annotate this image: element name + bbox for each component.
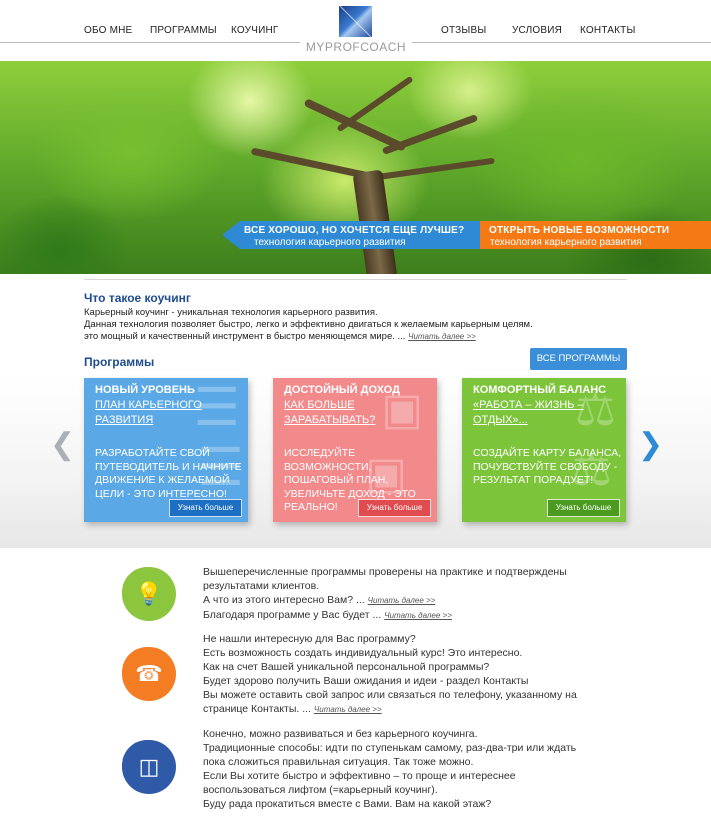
nav-coaching[interactable]: КОУЧИНГ (231, 25, 279, 36)
feature-line: странице Контакты. ... (203, 703, 311, 715)
feature-line: Вы можете оставить свой запрос или связа… (203, 689, 577, 701)
section-divider (84, 279, 627, 280)
feature-text: Вышеперечисленные программы проверены на… (203, 565, 633, 623)
feature-text: Конечно, можно развиваться и без карьерн… (203, 727, 633, 811)
card-body: РАЗРАБОТАЙТЕ СВОЙ ПУТЕВОДИТЕЛЬ И НАЧНИТЕ… (95, 447, 242, 500)
nav-terms[interactable]: УСЛОВИЯ (512, 25, 562, 36)
learn-more-button[interactable]: Узнать больше (547, 499, 620, 517)
feature-line: Буду рада прокатиться вместе с Вами. Вам… (203, 798, 492, 810)
feature-badge: ☎ (120, 645, 176, 701)
card-subtitle: ПЛАН КАРЬЕРНОГО РАЗВИТИЯ (95, 399, 202, 426)
read-more-link[interactable]: Читать далее >> (314, 705, 382, 714)
card-subtitle: «РАБОТА – ЖИЗНЬ – ОТДЫХ»... (473, 399, 584, 426)
phone-icon: ☎ (122, 647, 176, 701)
banner-title: ОТКРЫТЬ НОВЫЕ ВОЗМОЖНОСТИ (489, 225, 670, 236)
feature-badge: 💡 (120, 565, 176, 621)
coaching-line: Карьерный коучинг - уникальная технологи… (84, 307, 378, 318)
learn-more-button[interactable]: Узнать больше (358, 499, 431, 517)
feature-line: воспользоваться лифтом (=карьерный коучи… (203, 784, 438, 796)
nav-reviews[interactable]: ОТЗЫВЫ (441, 25, 486, 36)
program-card[interactable]: ☰ ☰ НОВЫЙ УРОВЕНЬ ПЛАН КАРЬЕРНОГО РАЗВИТ… (84, 378, 248, 522)
card-subtitle: КАК БОЛЬШЕ ЗАРАБАТЫВАТЬ? (284, 399, 376, 426)
feature-line: пока сложиться правильная ситуация. Так … (203, 756, 474, 768)
feature-line: Есть возможность создать индивидуальный … (203, 647, 523, 659)
read-more-link[interactable]: Читать далее >> (408, 332, 476, 341)
feature-line: Вышеперечисленные программы проверены на… (203, 566, 567, 578)
nav-about[interactable]: ОБО МНЕ (84, 25, 132, 36)
banner-title: ВСЕ ХОРОШО, НО ХОЧЕТСЯ ЕЩЕ ЛУЧШЕ? (244, 225, 465, 236)
feature-text: Не нашли интересную для Вас программу? Е… (203, 632, 633, 717)
feature-line: Традиционные способы: идти по ступенькам… (203, 742, 577, 754)
program-card[interactable]: ⚖ ⚖ КОМФОРТНЫЙ БАЛАНС «РАБОТА – ЖИЗНЬ – … (462, 378, 626, 522)
coaching-line: это мощный и качественный инструмент в б… (84, 331, 406, 342)
read-more-link[interactable]: Читать далее >> (384, 611, 452, 620)
banner-subtitle: технология карьерного развития (490, 237, 642, 248)
top-navigation: ОБО МНЕ ПРОГРАММЫ КОУЧИНГ ОТЗЫВЫ УСЛОВИЯ… (0, 0, 711, 58)
logo-icon[interactable] (339, 6, 372, 37)
feature-line: Если Вы хотите быстро и эффективно – то … (203, 770, 516, 782)
card-title: КОМФОРТНЫЙ БАЛАНС (473, 384, 607, 396)
elevator-icon: ◫ (122, 740, 176, 794)
program-card[interactable]: ▣ ▣ ДОСТОЙНЫЙ ДОХОД КАК БОЛЬШЕ ЗАРАБАТЫВ… (273, 378, 437, 522)
feature-line: Как на счет Вашей уникальной персонально… (203, 661, 490, 673)
logo-text[interactable]: MYPROFCOACH (300, 40, 412, 54)
card-body: СОЗДАЙТЕ КАРТУ БАЛАНСА, ПОЧУВСТВУЙТЕ СВО… (473, 447, 622, 486)
card-title: ДОСТОЙНЫЙ ДОХОД (284, 384, 400, 396)
coaching-heading: Что такое коучинг (84, 291, 191, 305)
hero-banner-orange[interactable]: ОТКРЫТЬ НОВЫЕ ВОЗМОЖНОСТИ технология кар… (480, 221, 711, 249)
banner-subtitle: технология карьерного развития (254, 237, 406, 248)
carousel-next-icon[interactable]: ❯ (638, 430, 663, 460)
coaching-text: Карьерный коучинг - уникальная технологи… (84, 307, 614, 343)
lightbulb-icon: 💡 (122, 567, 176, 621)
programs-heading: Программы (84, 355, 155, 369)
nav-programs[interactable]: ПРОГРАММЫ (150, 25, 217, 36)
feature-line: Будет здорово получить Ваши ожидания и и… (203, 675, 529, 687)
feature-line: Благодаря программе у Вас будет ... (203, 609, 382, 621)
learn-more-button[interactable]: Узнать больше (169, 499, 242, 517)
feature-line: А что из этого интересно Вам? ... (203, 594, 365, 606)
feature-badge: ◫ (120, 738, 176, 794)
feature-line: результатами клиентов. (203, 580, 320, 592)
nav-contacts[interactable]: КОНТАКТЫ (580, 25, 636, 36)
hero-banner-blue[interactable]: ВСЕ ХОРОШО, НО ХОЧЕТСЯ ЕЩЕ ЛУЧШЕ? технол… (222, 221, 480, 249)
feature-line: Не нашли интересную для Вас программу? (203, 633, 416, 645)
all-programs-button[interactable]: ВСЕ ПРОГРАММЫ (530, 348, 627, 370)
coaching-line: Данная технология позволяет быстро, легк… (84, 319, 533, 330)
carousel-prev-icon[interactable]: ❮ (50, 430, 75, 460)
card-title: НОВЫЙ УРОВЕНЬ (95, 384, 195, 396)
feature-line: Конечно, можно развиваться и без карьерн… (203, 728, 478, 740)
read-more-link[interactable]: Читать далее >> (368, 596, 436, 605)
